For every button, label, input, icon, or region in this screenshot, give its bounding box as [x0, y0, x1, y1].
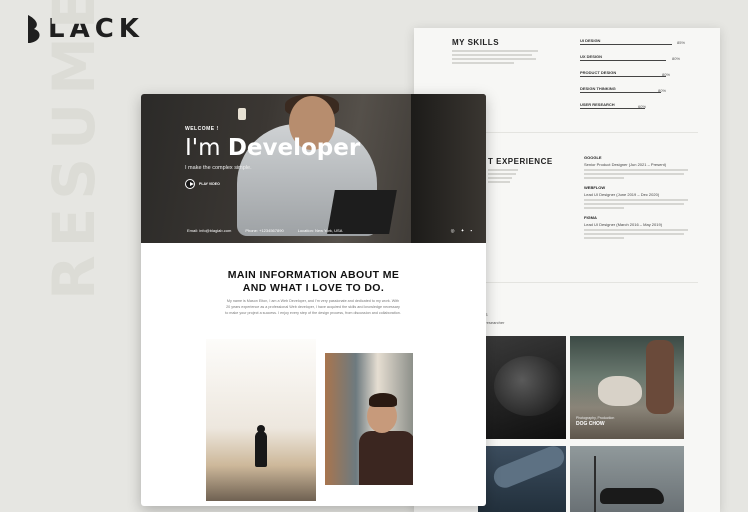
skill-item: PRODUCT DESIGN 80% [580, 70, 671, 77]
social-links: ◎ ✦ ▪ [451, 228, 472, 234]
hero-title: I'm Developer [185, 135, 361, 161]
experience-list: GOOGLE Senior Product Designer (Jun 2021… [584, 155, 692, 245]
skill-item: DESIGN THINKING 80% [580, 86, 667, 93]
skill-bar [580, 60, 667, 61]
play-video-button[interactable]: PLAY VIDEO [185, 179, 220, 189]
skills-description [452, 50, 540, 66]
experience-description [488, 169, 518, 185]
job-item: GOOGLE Senior Product Designer (Jun 2021… [584, 155, 692, 179]
job-item: WEBFLOW Lead UI Designer (June 2019 – De… [584, 185, 692, 209]
hero-welcome: WELCOME ! [185, 126, 219, 132]
skill-item: UI DESIGN 85% [580, 38, 686, 45]
twitter-icon[interactable]: ✦ [461, 228, 465, 234]
job-item: FIGMA Lead UI Designer (March 2016 – May… [584, 215, 692, 239]
portfolio-tile[interactable] [570, 446, 684, 512]
skill-item: UX DESIGN 80% [580, 54, 681, 61]
skills-list: UI DESIGN 85% UX DESIGN 80% PRODUCT DESI… [580, 38, 688, 118]
experience-title: T EXPERIENCE [488, 157, 553, 166]
skill-bar [580, 108, 645, 109]
email-text[interactable]: Email: info@blaglab.com [187, 228, 231, 233]
skill-bar [580, 44, 672, 45]
portfolio-tile[interactable]: ES [478, 336, 566, 439]
portfolio-tile-dog-chow[interactable]: Photography, Production DOG CHOW [570, 336, 684, 439]
instagram-icon[interactable]: ◎ [451, 228, 455, 234]
skill-bar [580, 92, 661, 93]
skill-bar [580, 76, 667, 77]
linkedin-icon[interactable]: ▪ [470, 228, 472, 234]
resume-front-page: WELCOME ! I'm Developer I make the compl… [141, 94, 486, 506]
background-word: RESUME [40, 0, 108, 300]
play-icon [185, 179, 195, 189]
location-text: Location: New York, USA [297, 228, 343, 233]
photo-walking-man [206, 339, 316, 501]
about-text: My name is Mason Elton, I am a Web Devel… [225, 299, 401, 315]
photo-smiling-man [325, 353, 413, 485]
phone-text[interactable]: Phone: +1234567890 [245, 228, 283, 233]
hero-subtitle: I make the complex simple. [185, 165, 252, 171]
skills-title: MY SKILLS [452, 38, 500, 47]
contact-info: Email: info@blaglab.com Phone: +12345678… [187, 228, 342, 233]
skill-item: USER RESEARCH 60% [580, 102, 647, 109]
portfolio-tile[interactable] [478, 446, 566, 512]
hero-banner: WELCOME ! I'm Developer I make the compl… [141, 94, 486, 243]
about-title: MAIN INFORMATION ABOUT ME AND WHAT I LOV… [227, 269, 400, 294]
